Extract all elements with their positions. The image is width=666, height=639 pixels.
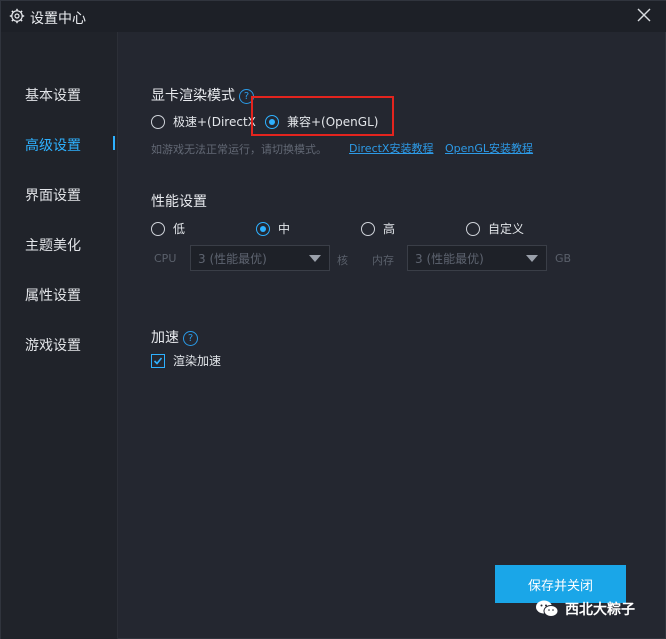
watermark-text: 西北大粽子 xyxy=(565,602,635,618)
render-mode-hint: 如游戏无法正常运行，请切换模式。 xyxy=(151,143,327,156)
sidebar-item-theme[interactable]: 主题美化 xyxy=(25,235,81,255)
acceleration-title: 加速 xyxy=(151,330,179,346)
sidebar-item-properties[interactable]: 属性设置 xyxy=(25,285,81,305)
highlight-annotation xyxy=(251,96,394,136)
checkbox-checked xyxy=(151,353,165,368)
directx-tutorial-link[interactable]: DirectX安装教程 xyxy=(349,140,433,156)
settings-window: 设置中心 基本设置 高级设置 界面设置 主题美化 属性设置 游戏设置 显卡渲染模… xyxy=(0,0,666,639)
settings-content: 显卡渲染模式? 极速+(DirectX 兼容+(OpenGL) 如游戏无法正常运… xyxy=(118,32,666,639)
radio-circle xyxy=(361,221,375,236)
cpu-unit: 核 xyxy=(337,254,348,267)
cpu-select-value: 3 (性能最优) xyxy=(198,251,267,266)
watermark: 西北大粽子 xyxy=(535,599,635,619)
radio-circle xyxy=(151,114,165,129)
sidebar-item-basic[interactable]: 基本设置 xyxy=(25,85,81,105)
radio-perf-low[interactable]: 低 xyxy=(151,220,185,237)
window-title: 设置中心 xyxy=(30,11,86,27)
radio-directx[interactable]: 极速+(DirectX xyxy=(151,113,256,130)
radio-circle xyxy=(151,221,165,236)
sidebar: 基本设置 高级设置 界面设置 主题美化 属性设置 游戏设置 xyxy=(1,32,118,639)
chevron-down-icon xyxy=(309,255,321,262)
memory-label: 内存 xyxy=(372,254,394,267)
sidebar-item-game[interactable]: 游戏设置 xyxy=(25,335,81,355)
chevron-down-icon xyxy=(526,255,538,262)
title-bar: 设置中心 xyxy=(1,1,666,32)
render-acceleration-checkbox[interactable]: 渲染加速 xyxy=(151,352,221,369)
cpu-select[interactable]: 3 (性能最优) xyxy=(190,245,330,271)
radio-circle xyxy=(466,221,480,236)
render-mode-section: 显卡渲染模式? xyxy=(151,85,254,105)
memory-select[interactable]: 3 (性能最优) xyxy=(407,245,547,271)
save-and-close-button[interactable]: 保存并关闭 xyxy=(495,565,626,603)
gear-icon xyxy=(9,8,25,24)
render-mode-title: 显卡渲染模式 xyxy=(151,88,235,104)
radio-perf-high[interactable]: 高 xyxy=(361,220,395,237)
memory-unit: GB xyxy=(555,252,572,265)
radio-perf-custom-label: 自定义 xyxy=(488,222,525,236)
render-acceleration-label: 渲染加速 xyxy=(173,354,222,368)
radio-perf-custom[interactable]: 自定义 xyxy=(466,220,524,237)
sidebar-item-advanced[interactable]: 高级设置 xyxy=(25,135,81,155)
performance-title: 性能设置 xyxy=(151,194,207,210)
radio-perf-medium[interactable]: 中 xyxy=(256,220,290,237)
acceleration-section: 加速? xyxy=(151,327,198,347)
cpu-label: CPU xyxy=(154,252,177,265)
checkmark-icon xyxy=(153,356,163,365)
wechat-icon xyxy=(536,600,559,617)
radio-perf-medium-label: 中 xyxy=(278,222,291,236)
memory-select-value: 3 (性能最优) xyxy=(415,251,484,266)
radio-circle-checked xyxy=(256,221,270,236)
active-indicator xyxy=(113,136,115,150)
radio-perf-low-label: 低 xyxy=(173,222,186,236)
radio-perf-high-label: 高 xyxy=(383,222,396,236)
radio-directx-label: 极速+(DirectX xyxy=(173,115,256,129)
help-icon[interactable]: ? xyxy=(183,330,198,346)
opengl-tutorial-link[interactable]: OpenGL安装教程 xyxy=(445,140,533,156)
sidebar-item-interface[interactable]: 界面设置 xyxy=(25,185,81,205)
close-icon[interactable] xyxy=(635,6,653,24)
